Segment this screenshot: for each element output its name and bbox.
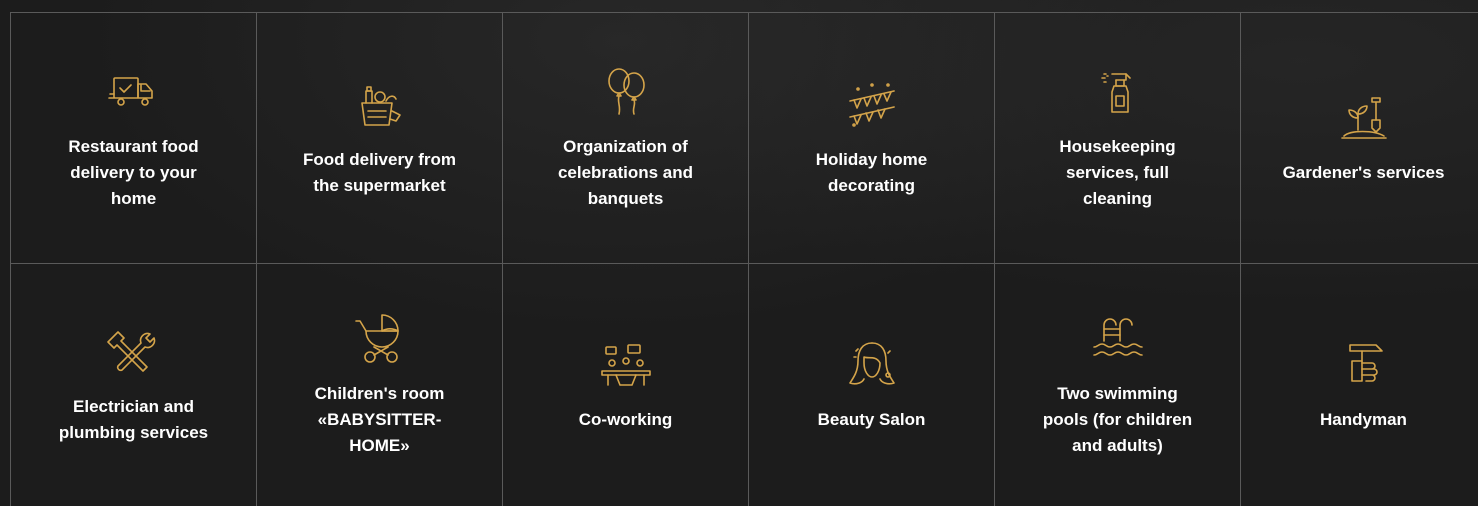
woman-face-icon — [844, 337, 900, 393]
shovel-plant-icon — [1336, 90, 1392, 146]
service-label: Children's room «BABYSITTER-HOME» — [314, 383, 445, 455]
spray-bottle-icon — [1090, 64, 1146, 120]
services-grid-row-2: Electrician and plumbing services Childr… — [10, 263, 1478, 506]
delivery-truck-icon — [106, 64, 162, 120]
service-card-gardener[interactable]: Gardener's services — [1241, 13, 1478, 264]
grocery-bag-icon — [352, 77, 408, 133]
service-label: Electrician and plumbing services — [58, 396, 209, 442]
service-card-supermarket-delivery[interactable]: Food delivery from the supermarket — [257, 13, 503, 264]
baby-stroller-icon — [352, 311, 408, 367]
service-card-restaurant-delivery[interactable]: Restaurant food delivery to your home — [11, 13, 257, 264]
service-card-babysitter[interactable]: Children's room «BABYSITTER-HOME» — [257, 263, 503, 506]
service-label: Beauty Salon — [817, 409, 926, 429]
service-label: Restaurant food delivery to your home — [68, 137, 199, 208]
wrench-tools-icon — [106, 324, 162, 380]
pool-ladder-icon — [1090, 311, 1146, 367]
service-label: Two swimming pools (for children and adu… — [1042, 383, 1193, 455]
service-card-coworking[interactable]: Co-working — [503, 263, 749, 506]
garland-icon — [844, 77, 900, 133]
services-section: Restaurant food delivery to your home Fo… — [0, 0, 1478, 506]
hammer-hand-icon — [1336, 337, 1392, 393]
balloons-icon — [598, 64, 654, 120]
service-label: Holiday home decorating — [815, 150, 928, 195]
service-label: Food delivery from the supermarket — [302, 150, 457, 195]
service-label: Co-working — [578, 409, 673, 429]
service-card-housekeeping[interactable]: Housekeeping services, full cleaning — [995, 13, 1241, 264]
service-label: Organization of celebrations and banquet… — [557, 137, 694, 208]
service-card-swimming-pools[interactable]: Two swimming pools (for children and adu… — [995, 263, 1241, 506]
service-label: Handyman — [1320, 409, 1407, 429]
service-card-handyman[interactable]: Handyman — [1241, 263, 1478, 506]
service-card-celebrations[interactable]: Organization of celebrations and banquet… — [503, 13, 749, 264]
service-label: Gardener's services — [1282, 163, 1445, 182]
service-card-beauty-salon[interactable]: Beauty Salon — [749, 263, 995, 506]
meeting-table-icon — [598, 337, 654, 393]
service-card-holiday-decorating[interactable]: Holiday home decorating — [749, 13, 995, 264]
service-label: Housekeeping services, full cleaning — [1059, 137, 1176, 208]
service-card-electrician-plumbing[interactable]: Electrician and plumbing services — [11, 263, 257, 506]
